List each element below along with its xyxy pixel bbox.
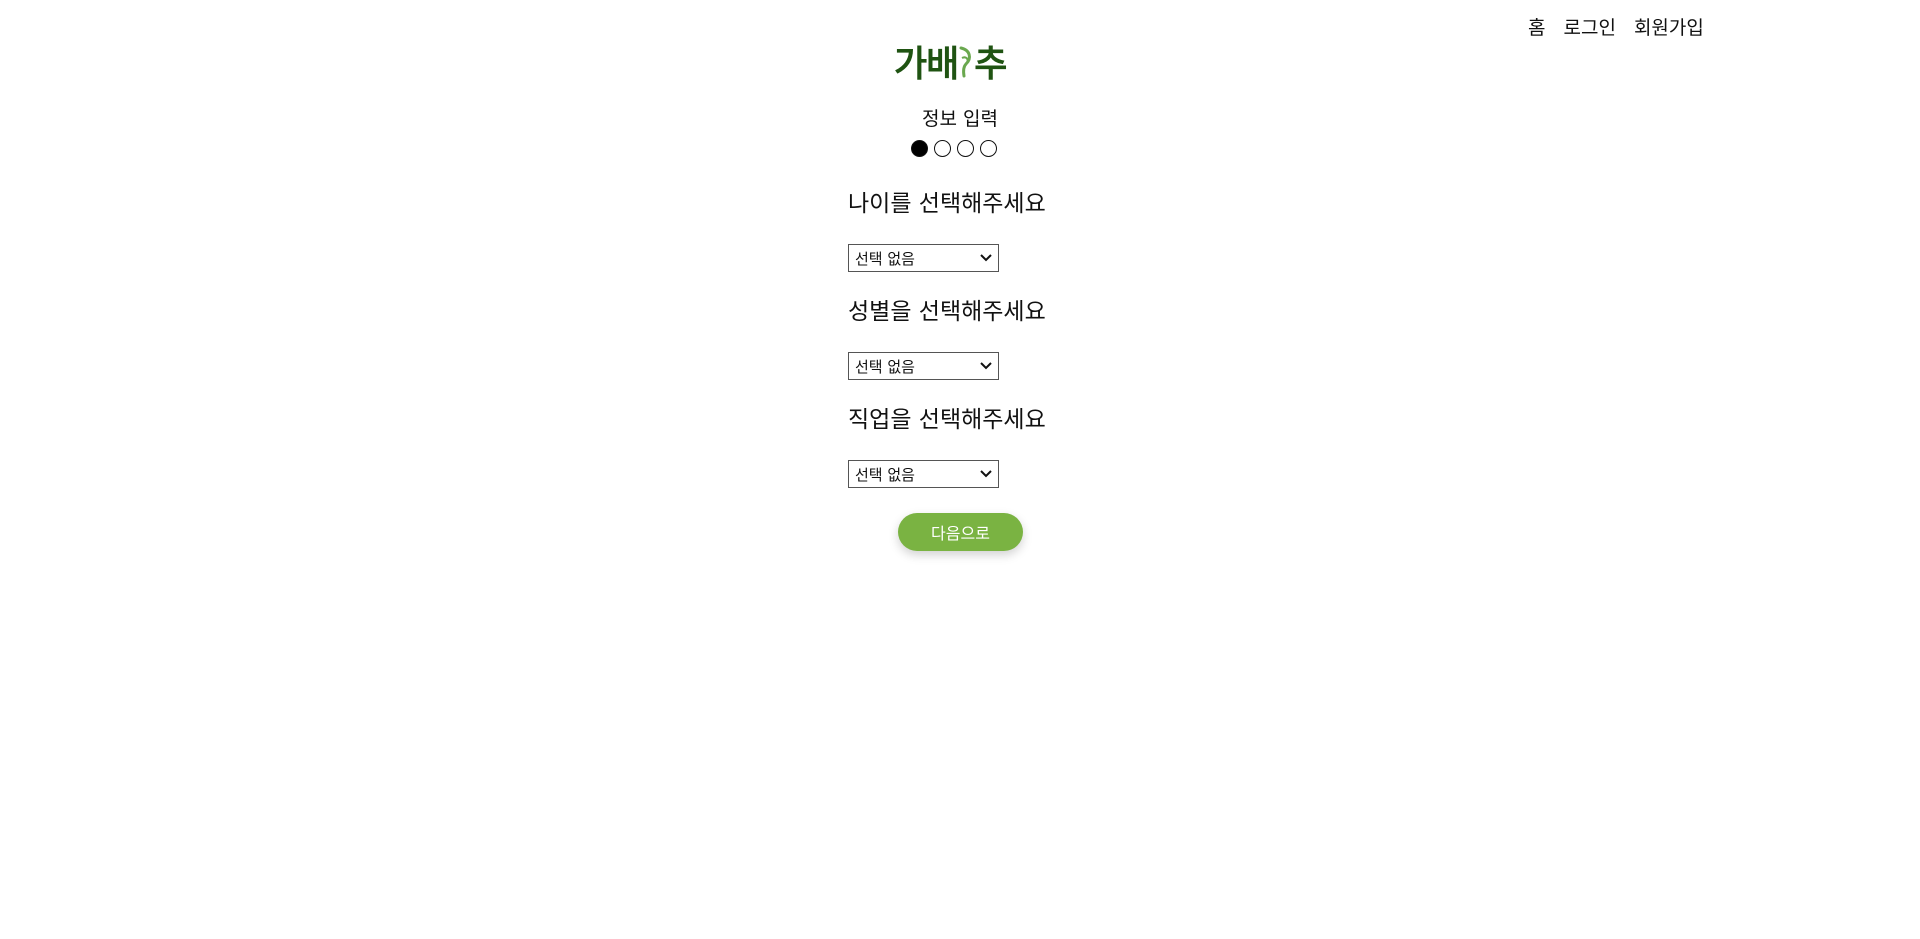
step-dot-1	[911, 140, 928, 157]
nav-login-link[interactable]: 로그인	[1563, 16, 1615, 40]
step-dot-4	[980, 140, 997, 157]
leaf-icon	[959, 46, 972, 78]
next-button[interactable]: 다음으로	[898, 513, 1023, 551]
age-select[interactable]: 선택 없음	[848, 244, 999, 272]
logo-text-left: 가배	[894, 44, 959, 85]
site-logo[interactable]: 가배 추	[894, 40, 1029, 85]
gender-select[interactable]: 선택 없음	[848, 352, 999, 380]
chevron-down-icon	[980, 362, 992, 370]
step-dot-3	[957, 140, 974, 157]
chevron-down-icon	[980, 470, 992, 478]
top-nav: 홈 로그인 회원가입	[1528, 16, 1704, 40]
step-indicator	[911, 140, 997, 157]
age-select-value: 선택 없음	[855, 249, 915, 268]
step-title: 정보 입력	[922, 108, 998, 130]
logo-text-right: 추	[974, 44, 1007, 85]
gender-select-value: 선택 없음	[855, 357, 915, 376]
nav-signup-link[interactable]: 회원가입	[1634, 16, 1704, 40]
job-label: 직업을 선택해주세요	[848, 407, 1046, 433]
job-select-value: 선택 없음	[855, 465, 915, 484]
chevron-down-icon	[980, 254, 992, 262]
gender-label: 성별을 선택해주세요	[848, 299, 1046, 325]
age-label: 나이를 선택해주세요	[848, 191, 1046, 217]
job-select[interactable]: 선택 없음	[848, 460, 999, 488]
step-dot-2	[934, 140, 951, 157]
nav-home-link[interactable]: 홈	[1528, 16, 1545, 40]
